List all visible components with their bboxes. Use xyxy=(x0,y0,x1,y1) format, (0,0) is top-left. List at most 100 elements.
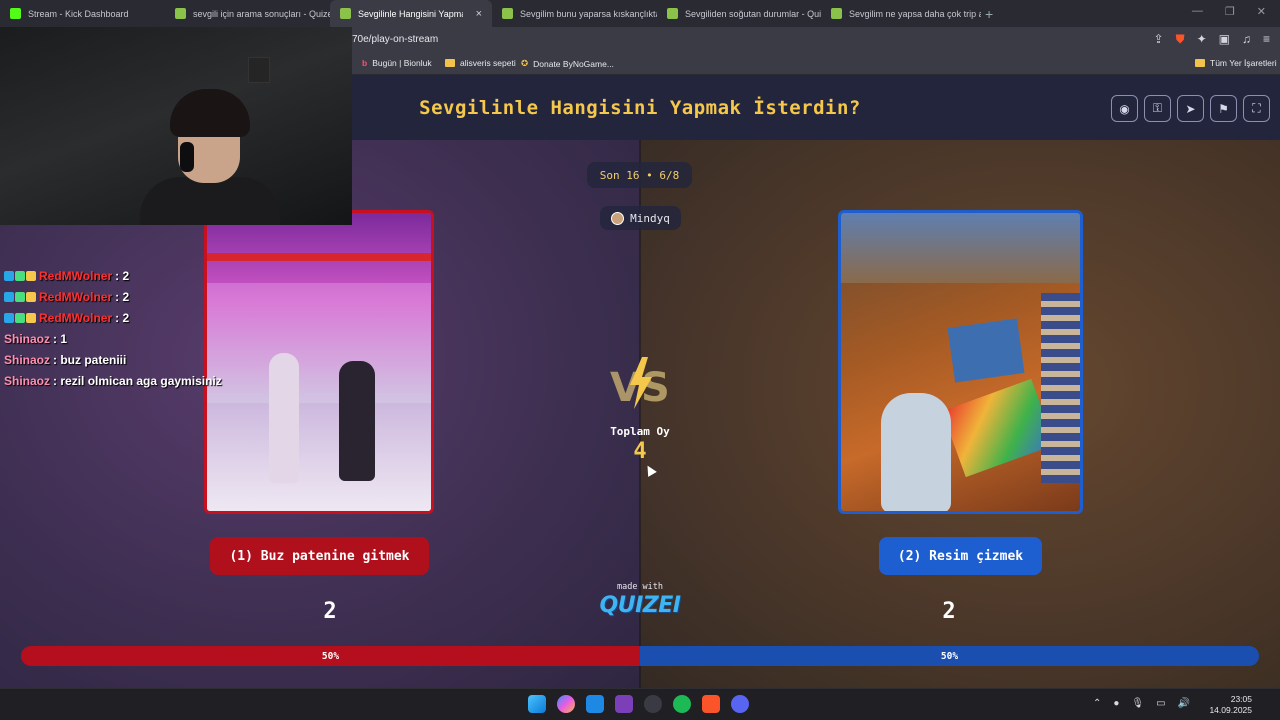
bookmark-donate[interactable]: ✪ Donate ByNoGame... xyxy=(521,58,614,69)
painter xyxy=(881,393,951,511)
chat-badges xyxy=(4,291,36,302)
copilot-icon[interactable] xyxy=(557,695,575,713)
total-votes-count: 4 xyxy=(633,439,647,464)
room-wall xyxy=(841,213,1080,283)
clock-time: 23:05 xyxy=(1230,694,1252,704)
sidebar-icon[interactable]: ▣ xyxy=(1219,32,1230,47)
tab-label: sevgili için arama sonuçları - Quizei xyxy=(193,8,330,19)
taskbar: ⌃ ● 🎙 ▭ 🔊 23:05 14.09.2025 xyxy=(0,688,1280,720)
chat-username: RedMWolner xyxy=(39,310,113,325)
chat-overlay: RedMWolner: 2 RedMWolner: 2 RedMWolner: 2S… xyxy=(4,265,222,391)
spotify-icon[interactable] xyxy=(673,695,691,713)
skater-1 xyxy=(269,353,299,483)
badge-icon xyxy=(4,270,14,281)
chat-text: : buz pateniii xyxy=(53,352,127,367)
chat-username: RedMWolner xyxy=(39,289,113,304)
quizei-icon xyxy=(831,8,842,19)
menu-icon[interactable]: ≡ xyxy=(1263,32,1270,47)
clock[interactable]: 23:05 14.09.2025 xyxy=(1209,694,1252,716)
badge-icon xyxy=(15,270,25,281)
tab-current-quiz[interactable]: Sevgilinle Hangisini Yapmak İster × xyxy=(330,0,492,27)
quizei-icon xyxy=(502,8,513,19)
chat-message: Shinaoz: rezil olmican aga gaymisiniz xyxy=(4,370,222,391)
wall-frame xyxy=(248,57,270,83)
chat-message: Shinaoz: buz pateniii xyxy=(4,349,222,370)
chat-message: Shinaoz: 1 xyxy=(4,328,222,349)
tab-cooling[interactable]: Sevgiliden soğutan durumlar - Quizei xyxy=(657,0,821,27)
option-left-count: 2 xyxy=(323,599,337,624)
option-right-button[interactable]: (2) Resim çizmek xyxy=(879,537,1042,575)
tab-kick-dashboard[interactable]: Stream - Kick Dashboard xyxy=(0,0,165,27)
brave-icon[interactable] xyxy=(702,695,720,713)
close-tab-icon[interactable]: × xyxy=(476,8,482,20)
close-window-icon[interactable]: ✕ xyxy=(1257,5,1266,18)
rink-beam xyxy=(207,253,431,261)
option-left-image[interactable] xyxy=(204,210,434,514)
rug xyxy=(1041,293,1080,483)
maximize-icon[interactable]: ❐ xyxy=(1225,5,1235,18)
minimize-icon[interactable]: — xyxy=(1192,5,1203,18)
app-tray-icon[interactable]: ● xyxy=(1113,698,1119,709)
streamer-body xyxy=(140,177,280,225)
quizei-icon xyxy=(667,8,678,19)
extensions-icon[interactable]: ✦ xyxy=(1197,32,1207,47)
webcam-overlay xyxy=(0,27,352,225)
bookmark-label: Donate ByNoGame... xyxy=(533,58,614,69)
all-bookmarks[interactable]: Tüm Yer İşaretleri xyxy=(1195,58,1277,68)
tab-trip[interactable]: Sevgilim ne yapsa daha çok trip atar xyxy=(821,0,981,27)
tab-label: Sevgilinle Hangisini Yapmak İster xyxy=(358,8,463,19)
chat-badges xyxy=(4,312,36,323)
windows-start-icon[interactable] xyxy=(528,695,546,713)
option-right-image[interactable] xyxy=(838,210,1083,514)
eye-icon[interactable]: ◉ xyxy=(1111,95,1138,122)
tab-search-results[interactable]: sevgili için arama sonuçları - Quizei xyxy=(165,0,330,27)
badge-icon xyxy=(4,291,14,302)
folder-icon xyxy=(1195,59,1205,67)
bookmark-label: Bugün | Bionluk xyxy=(372,58,432,68)
chat-text: : rezil olmican aga gaymisiniz xyxy=(53,373,222,388)
quiz-title: Sevgilinle Hangisini Yapmak İsterdin? xyxy=(419,97,861,119)
option-right-count: 2 xyxy=(942,599,956,624)
chat-username: RedMWolner xyxy=(39,268,113,283)
option-left-button[interactable]: (1) Buz patenine gitmek xyxy=(210,537,429,575)
fullscreen-icon[interactable]: ⛶ xyxy=(1243,95,1270,122)
chevron-up-icon[interactable]: ⌃ xyxy=(1093,698,1101,709)
speaker-icon[interactable]: 🔊 xyxy=(1178,698,1190,709)
chat-text: : 2 xyxy=(115,310,130,325)
vote-progress-bar: 50% 50% xyxy=(21,646,1259,666)
lock-icon[interactable]: ⚿ xyxy=(1144,95,1171,122)
folder-icon xyxy=(445,59,455,67)
chat-text: : 1 xyxy=(53,331,68,346)
chat-text: : 2 xyxy=(115,268,130,283)
obs-icon[interactable] xyxy=(644,695,662,713)
quizei-logo[interactable]: QUIZEI xyxy=(590,593,690,618)
tab-jealousy[interactable]: Sevgilim bunu yaparsa kıskançlıktan xyxy=(492,0,657,27)
skater-2 xyxy=(339,361,375,481)
bookmark-bionluk[interactable]: b Bugün | Bionluk xyxy=(362,58,432,68)
microphone-icon[interactable]: 🎙 xyxy=(1131,698,1144,709)
tab-label: Sevgiliden soğutan durumlar - Quizei xyxy=(685,8,821,19)
versus-icon: VS xyxy=(610,357,670,411)
vscode-icon[interactable] xyxy=(586,695,604,713)
tab-label: Stream - Kick Dashboard xyxy=(28,8,129,19)
chat-message: RedMWolner: 2 xyxy=(4,286,222,307)
quizei-icon xyxy=(340,8,351,19)
visual-studio-icon[interactable] xyxy=(615,695,633,713)
badge-icon xyxy=(26,291,36,302)
brave-shield-icon[interactable]: ⛊ xyxy=(1176,32,1185,47)
discord-icon[interactable] xyxy=(731,695,749,713)
bookmark-alisveris[interactable]: alisveris sepeti xyxy=(445,58,516,68)
monitor-icon[interactable]: ▭ xyxy=(1156,698,1165,709)
window-controls: — ❐ ✕ xyxy=(1192,5,1266,18)
new-tab-icon[interactable]: + xyxy=(985,6,993,22)
url-field[interactable]: 70e/play-on-stream xyxy=(352,34,438,45)
flag-icon[interactable]: ⚑ xyxy=(1210,95,1237,122)
tab-label: Sevgilim bunu yaparsa kıskançlıktan xyxy=(520,8,657,19)
media-icon[interactable]: ♫ xyxy=(1242,32,1251,47)
left-vote-bar: 50% xyxy=(21,646,640,666)
send-icon[interactable]: ➤ xyxy=(1177,95,1204,122)
username: Mindyq xyxy=(630,211,670,225)
share-icon[interactable]: ⇪ xyxy=(1154,32,1164,47)
chat-username: Shinaoz xyxy=(4,331,51,346)
chat-message: RedMWolner: 2 xyxy=(4,307,222,328)
